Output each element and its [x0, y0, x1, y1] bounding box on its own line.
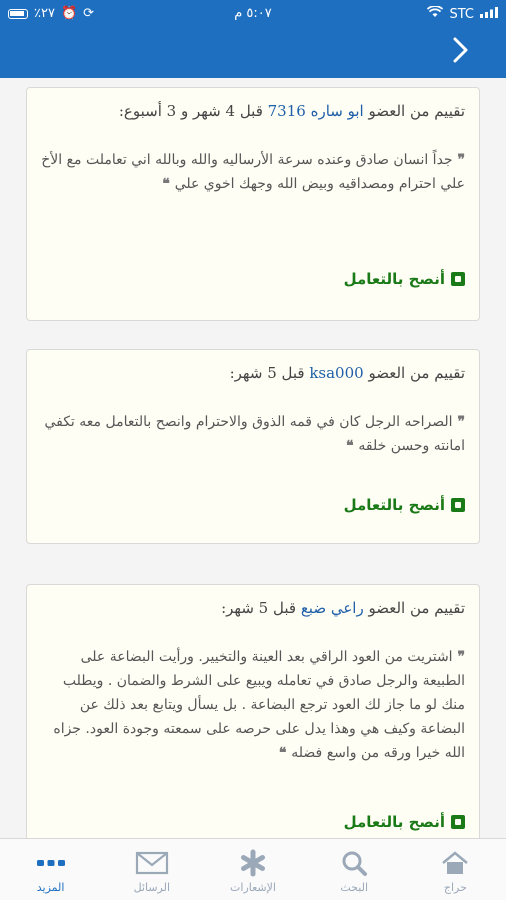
review-header: تقييم من العضو راعي ضبع قبل 5 شهر:: [37, 599, 465, 617]
review-card: تقييم من العضو راعي ضبع قبل 5 شهر: ❞ اشت…: [26, 584, 480, 838]
review-body: ❞ اشتريت من العود الراقي بعد العينة والت…: [39, 645, 465, 765]
chevron-icon: [453, 37, 468, 63]
status-right: STC: [427, 5, 498, 22]
signal-icon: [480, 6, 498, 22]
recommend-text: أنصح بالتعامل: [343, 496, 445, 514]
review-body: ❞ الصراحه الرجل كان في قمه الذوق والاحتر…: [39, 410, 465, 458]
open-quote-icon: ❞: [452, 414, 465, 430]
tab-more[interactable]: المزيد: [0, 839, 101, 900]
thumbs-up-icon: [451, 815, 465, 829]
review-card: تقييم من العضو ksa000 قبل 5 شهر: ❞ الصرا…: [26, 349, 480, 544]
tab-label: حراج: [443, 881, 467, 894]
thumbs-up-icon: [451, 498, 465, 512]
asterisk-icon: [238, 848, 268, 878]
back-button[interactable]: [444, 36, 478, 70]
review-text: اشتريت من العود الراقي بعد العينة والتخي…: [53, 649, 465, 761]
carrier-name: STC: [449, 6, 474, 22]
close-quote-icon: ❝: [162, 176, 175, 192]
search-icon: [339, 848, 369, 878]
more-dots-icon: [36, 848, 66, 878]
reviews-list[interactable]: تقييم من العضو ابو ساره 7316 قبل 4 شهر و…: [0, 78, 506, 838]
open-quote-icon: ❞: [452, 649, 465, 665]
member-link[interactable]: ابو ساره 7316: [268, 102, 364, 120]
review-header: تقييم من العضو ابو ساره 7316 قبل 4 شهر و…: [37, 102, 465, 120]
review-body: ❞ جداً انسان صادق وعنده سرعة الأرساليه و…: [39, 148, 465, 196]
review-text: جداً انسان صادق وعنده سرعة الأرساليه وال…: [41, 152, 465, 192]
recommend-label: أنصح بالتعامل: [344, 270, 465, 288]
tab-search[interactable]: البحث: [304, 839, 405, 900]
tab-label: الرسائل: [133, 881, 171, 894]
tab-bar: حراج البحث الإشعارات الرسائل المزيد: [0, 838, 506, 900]
status-bar: ٪٢٧ ⏰ ⟳ ٥:٠٧ م STC: [0, 0, 506, 28]
review-text: الصراحه الرجل كان في قمه الذوق والاحترام…: [44, 414, 465, 454]
envelope-icon: [135, 848, 169, 878]
recommend-text: أنصح بالتعامل: [343, 270, 445, 288]
review-prefix: تقييم من العضو: [363, 364, 465, 382]
recommend-label: أنصح بالتعامل: [344, 813, 465, 831]
tab-label: البحث: [340, 881, 369, 894]
recommend-text: أنصح بالتعامل: [343, 813, 445, 831]
navigation-bar: [0, 28, 506, 78]
home-icon: [440, 848, 470, 878]
thumbs-up-icon: [451, 272, 465, 286]
member-link[interactable]: راعي ضبع: [301, 599, 364, 617]
open-quote-icon: ❞: [452, 152, 465, 168]
review-prefix: تقييم من العضو: [363, 102, 465, 120]
tab-label: الإشعارات: [230, 881, 276, 894]
close-quote-icon: ❝: [278, 745, 292, 761]
member-link[interactable]: ksa000: [309, 364, 363, 382]
review-prefix: تقييم من العضو: [363, 599, 465, 617]
review-date: قبل 4 شهر و 3 أسبوع:: [118, 102, 268, 120]
tab-haraj[interactable]: حراج: [405, 839, 506, 900]
recommend-label: أنصح بالتعامل: [344, 496, 465, 514]
review-card: تقييم من العضو ابو ساره 7316 قبل 4 شهر و…: [26, 87, 480, 321]
review-date: قبل 5 شهر:: [221, 599, 301, 617]
wifi-icon: [427, 5, 444, 22]
review-header: تقييم من العضو ksa000 قبل 5 شهر:: [37, 364, 465, 382]
close-quote-icon: ❝: [345, 438, 359, 454]
tab-notifications[interactable]: الإشعارات: [202, 839, 303, 900]
review-date: قبل 5 شهر:: [229, 364, 310, 382]
tab-label: المزيد: [36, 881, 65, 894]
tab-messages[interactable]: الرسائل: [101, 839, 202, 900]
